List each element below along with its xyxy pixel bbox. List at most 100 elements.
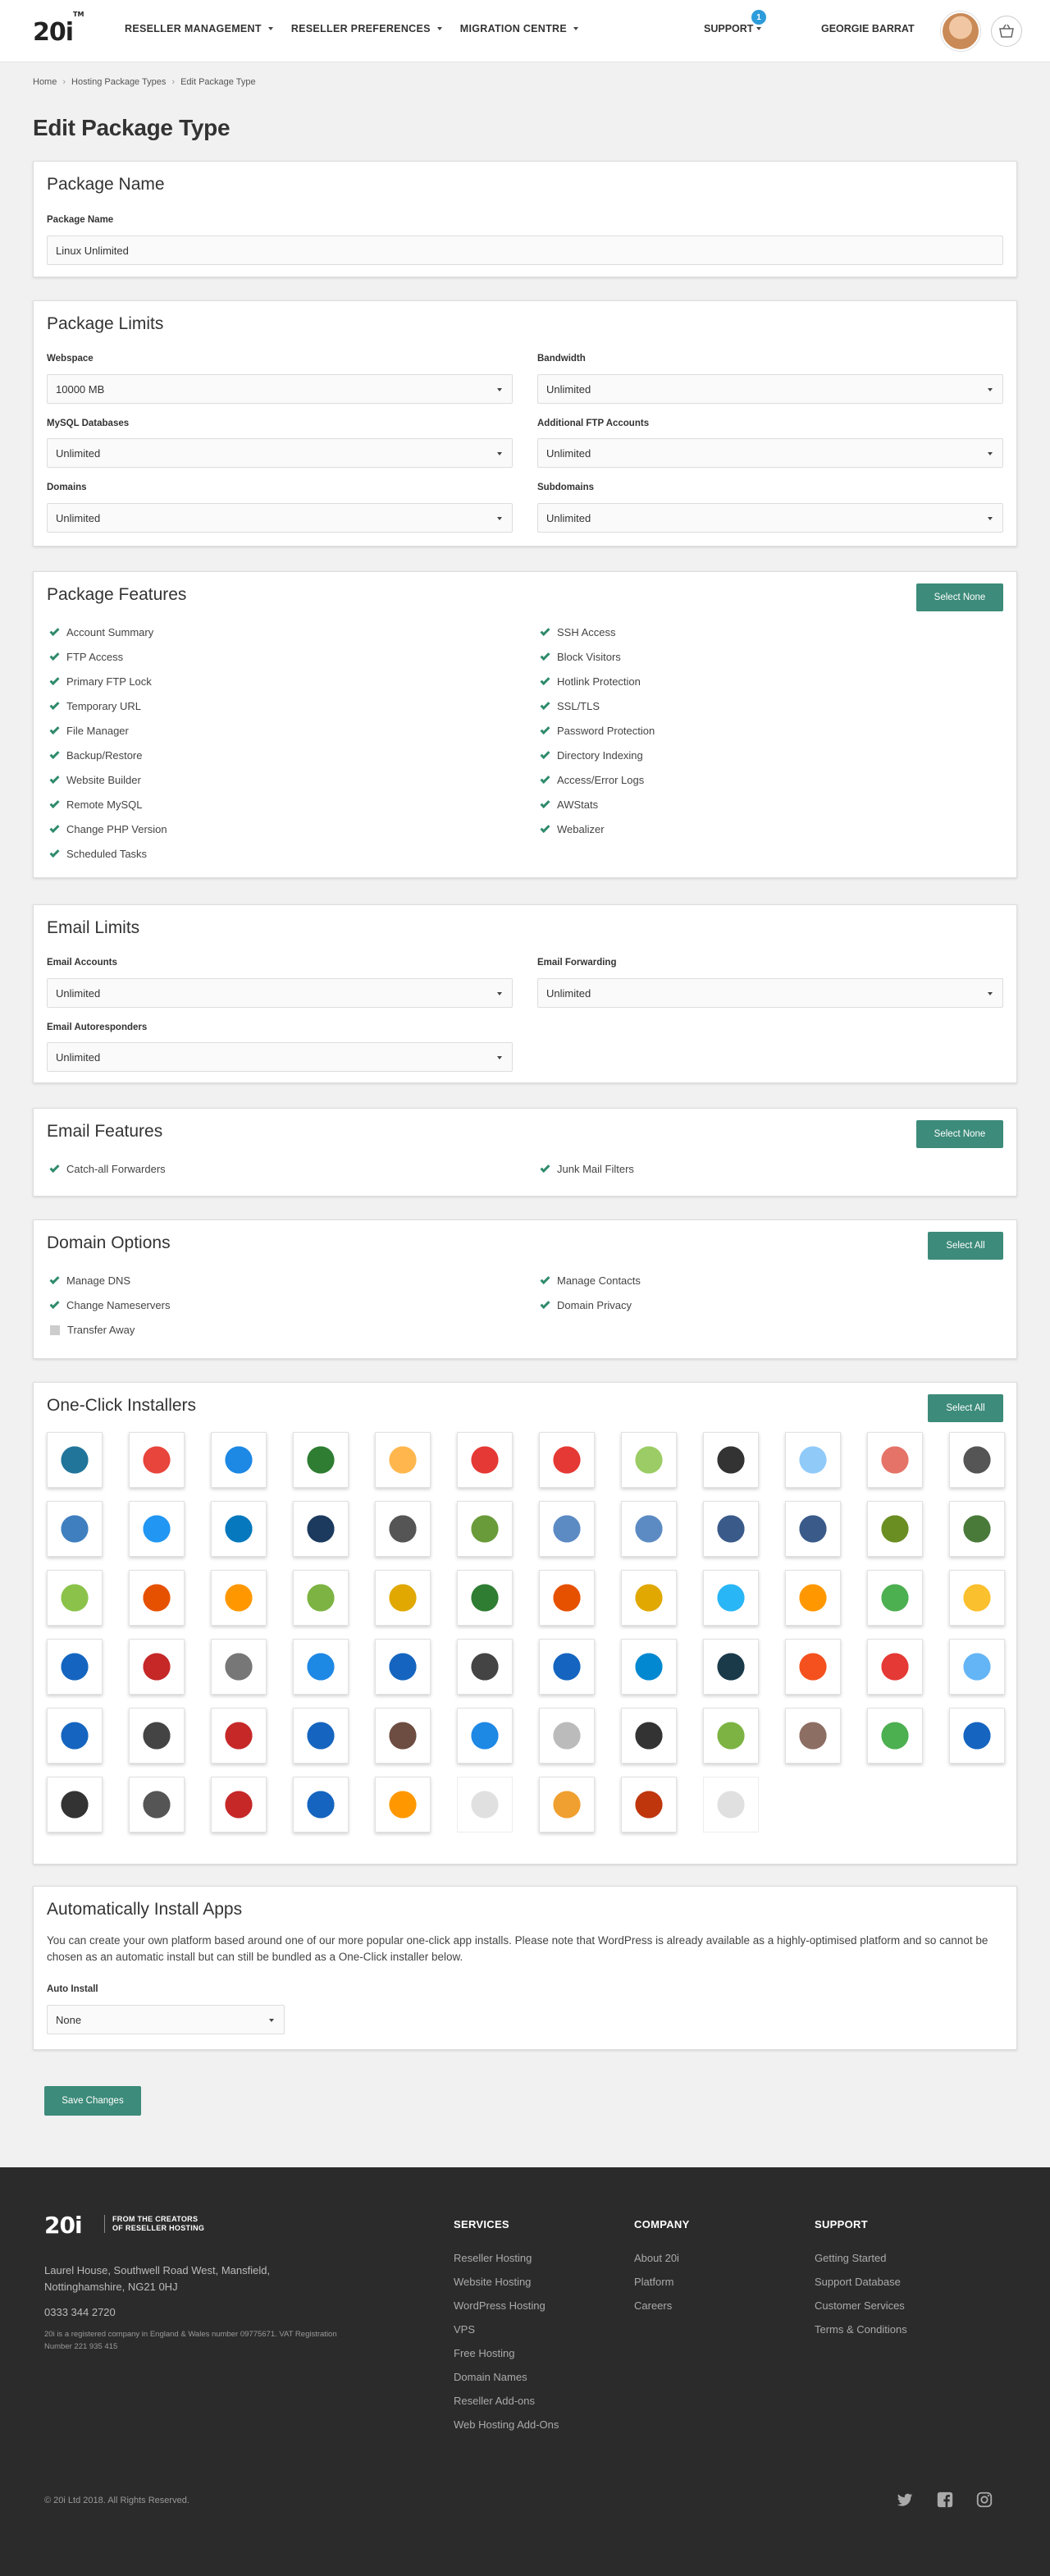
footer-link[interactable]: Website Hosting xyxy=(454,2276,559,2299)
footer-link[interactable]: VPS xyxy=(454,2323,559,2347)
feature-checkbox[interactable]: Password Protection xyxy=(540,724,655,737)
installer-app-tile[interactable] xyxy=(703,1708,759,1764)
footer-link[interactable]: Platform xyxy=(634,2276,690,2299)
feature-checkbox[interactable]: Account Summary xyxy=(49,625,153,638)
installer-app-tile[interactable] xyxy=(47,1777,103,1832)
option-checkbox[interactable]: Domain Privacy xyxy=(540,1298,632,1311)
installer-app-tile[interactable] xyxy=(867,1432,923,1488)
subdomains-select[interactable]: Unlimited xyxy=(537,503,1003,533)
installer-app-tile[interactable] xyxy=(293,1432,349,1488)
installer-app-tile[interactable] xyxy=(293,1501,349,1557)
nav-reseller-preferences[interactable]: RESELLER PREFERENCES xyxy=(291,23,442,34)
installer-app-tile[interactable] xyxy=(867,1501,923,1557)
package-name-input[interactable]: Linux Unlimited xyxy=(47,236,1003,265)
installer-app-tile[interactable] xyxy=(867,1570,923,1626)
option-checkbox[interactable]: Manage Contacts xyxy=(540,1274,641,1287)
installer-app-tile[interactable] xyxy=(539,1432,595,1488)
installer-app-tile[interactable] xyxy=(375,1501,431,1557)
footer-link[interactable]: Customer Services xyxy=(815,2299,907,2323)
nav-migration-centre[interactable]: MIGRATION CENTRE xyxy=(460,23,579,34)
feature-checkbox[interactable]: Scheduled Tasks xyxy=(49,847,147,860)
installer-app-tile[interactable] xyxy=(47,1501,103,1557)
footer-link[interactable]: About 20i xyxy=(634,2252,690,2276)
installer-app-tile[interactable] xyxy=(457,1639,513,1695)
feature-checkbox[interactable]: Webalizer xyxy=(540,822,605,835)
select-all-button[interactable]: Select All xyxy=(928,1232,1003,1260)
footer-link[interactable]: Careers xyxy=(634,2299,690,2323)
installer-app-tile[interactable] xyxy=(211,1708,267,1764)
option-checkbox[interactable]: Transfer Away xyxy=(50,1324,135,1336)
footer-link[interactable]: Free Hosting xyxy=(454,2347,559,2371)
footer-phone[interactable]: 0333 344 2720 xyxy=(44,2306,116,2318)
email-accounts-select[interactable]: Unlimited xyxy=(47,978,513,1008)
installer-app-tile[interactable] xyxy=(785,1570,841,1626)
installer-app-tile[interactable] xyxy=(949,1432,1005,1488)
feature-checkbox[interactable]: Junk Mail Filters xyxy=(540,1162,634,1175)
installer-app-tile[interactable] xyxy=(375,1708,431,1764)
footer-link[interactable]: Getting Started xyxy=(815,2252,907,2276)
feature-checkbox[interactable]: SSL/TLS xyxy=(540,699,600,712)
feature-checkbox[interactable]: AWStats xyxy=(540,798,598,811)
basket-button[interactable] xyxy=(991,16,1022,47)
feature-checkbox[interactable]: Hotlink Protection xyxy=(540,675,641,688)
installer-app-tile[interactable] xyxy=(211,1570,267,1626)
installer-app-tile[interactable] xyxy=(621,1639,677,1695)
installer-app-tile[interactable] xyxy=(47,1432,103,1488)
installer-app-tile[interactable] xyxy=(457,1777,513,1832)
installer-app-tile[interactable] xyxy=(211,1432,267,1488)
ftp-accounts-select[interactable]: Unlimited xyxy=(537,438,1003,468)
select-none-button[interactable]: Select None xyxy=(916,1120,1003,1148)
feature-checkbox[interactable]: Access/Error Logs xyxy=(540,773,644,786)
installer-app-tile[interactable] xyxy=(457,1570,513,1626)
facebook-icon[interactable] xyxy=(936,2491,954,2509)
installer-app-tile[interactable] xyxy=(703,1570,759,1626)
webspace-select[interactable]: 10000 MB xyxy=(47,374,513,404)
feature-checkbox[interactable]: Website Builder xyxy=(49,773,141,786)
footer-link[interactable]: WordPress Hosting xyxy=(454,2299,559,2323)
installer-app-tile[interactable] xyxy=(47,1708,103,1764)
footer-logo[interactable]: 20i xyxy=(44,2212,83,2239)
installer-app-tile[interactable] xyxy=(539,1777,595,1832)
installer-app-tile[interactable] xyxy=(457,1708,513,1764)
breadcrumb-hosting-package-types[interactable]: Hosting Package Types xyxy=(71,77,166,87)
email-autoresponders-select[interactable]: Unlimited xyxy=(47,1042,513,1072)
installer-app-tile[interactable] xyxy=(293,1570,349,1626)
installer-app-tile[interactable] xyxy=(785,1432,841,1488)
breadcrumb-home[interactable]: Home xyxy=(33,77,57,87)
installer-app-tile[interactable] xyxy=(129,1708,185,1764)
installer-app-tile[interactable] xyxy=(539,1639,595,1695)
installer-app-tile[interactable] xyxy=(785,1501,841,1557)
installer-app-tile[interactable] xyxy=(621,1501,677,1557)
feature-checkbox[interactable]: Change PHP Version xyxy=(49,822,167,835)
footer-link[interactable]: Web Hosting Add-Ons xyxy=(454,2418,559,2442)
feature-checkbox[interactable]: Block Visitors xyxy=(540,650,621,663)
option-checkbox[interactable]: Change Nameservers xyxy=(49,1298,170,1311)
installer-app-tile[interactable] xyxy=(457,1501,513,1557)
installer-app-tile[interactable] xyxy=(621,1432,677,1488)
installer-app-tile[interactable] xyxy=(293,1777,349,1832)
installer-app-tile[interactable] xyxy=(949,1570,1005,1626)
feature-checkbox[interactable]: Catch-all Forwarders xyxy=(49,1162,166,1175)
option-checkbox[interactable]: Manage DNS xyxy=(49,1274,130,1287)
footer-link[interactable]: Domain Names xyxy=(454,2371,559,2395)
installer-app-tile[interactable] xyxy=(211,1777,267,1832)
installer-app-tile[interactable] xyxy=(129,1570,185,1626)
installer-app-tile[interactable] xyxy=(949,1639,1005,1695)
installer-app-tile[interactable] xyxy=(129,1639,185,1695)
installer-app-tile[interactable] xyxy=(211,1501,267,1557)
instagram-icon[interactable] xyxy=(975,2491,993,2509)
email-forwarding-select[interactable]: Unlimited xyxy=(537,978,1003,1008)
feature-checkbox[interactable]: SSH Access xyxy=(540,625,616,638)
installer-app-tile[interactable] xyxy=(375,1432,431,1488)
feature-checkbox[interactable]: Backup/Restore xyxy=(49,748,143,762)
user-name[interactable]: GEORGIE BARRAT xyxy=(821,23,915,34)
feature-checkbox[interactable]: Directory Indexing xyxy=(540,748,643,762)
installer-app-tile[interactable] xyxy=(539,1708,595,1764)
installer-app-tile[interactable] xyxy=(293,1639,349,1695)
installer-app-tile[interactable] xyxy=(375,1570,431,1626)
installer-app-tile[interactable] xyxy=(785,1639,841,1695)
feature-checkbox[interactable]: Remote MySQL xyxy=(49,798,142,811)
installer-app-tile[interactable] xyxy=(703,1777,759,1832)
logo[interactable]: 20iTM xyxy=(33,11,84,48)
domains-select[interactable]: Unlimited xyxy=(47,503,513,533)
